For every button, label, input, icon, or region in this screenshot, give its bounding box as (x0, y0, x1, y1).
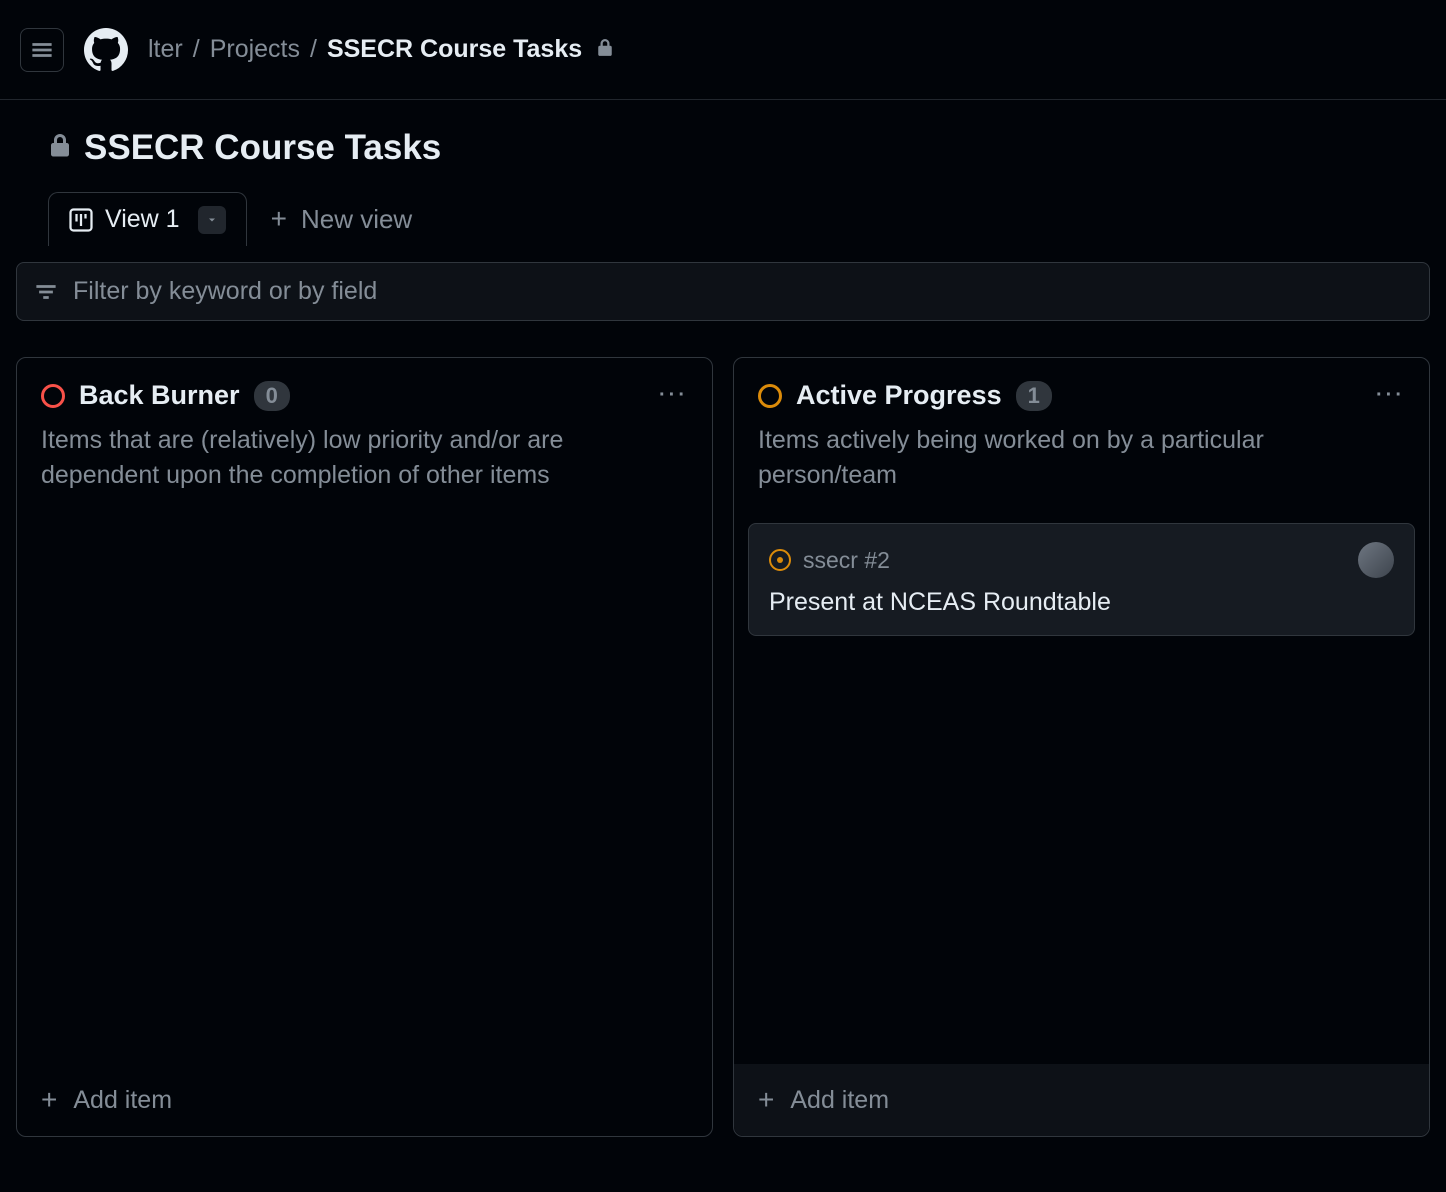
count-badge: 0 (254, 381, 290, 411)
hamburger-menu-button[interactable] (20, 28, 64, 72)
card-title: Present at NCEAS Roundtable (769, 588, 1394, 617)
column-menu-button[interactable]: ··· (659, 384, 688, 407)
new-view-label: New view (301, 204, 412, 235)
github-icon (84, 28, 128, 72)
status-circle-icon (41, 384, 65, 408)
issue-open-icon (769, 549, 791, 571)
column-title: Back Burner (79, 380, 240, 411)
add-item-button[interactable]: + Add item (734, 1064, 1429, 1136)
board: Back Burner 0 ··· Items that are (relati… (0, 321, 1446, 1137)
column-body[interactable] (17, 505, 712, 1064)
plus-icon: + (41, 1084, 57, 1116)
tab-label: View 1 (105, 205, 180, 234)
project-title: SSECR Course Tasks (84, 128, 441, 168)
lock-icon (596, 35, 614, 64)
column-active-progress: Active Progress 1 ··· Items actively bei… (733, 357, 1430, 1137)
column-title: Active Progress (796, 380, 1002, 411)
column-header: Back Burner 0 ··· Items that are (relati… (17, 358, 712, 505)
add-item-button[interactable]: + Add item (17, 1064, 712, 1136)
breadcrumb-section[interactable]: Projects (210, 35, 300, 64)
chevron-down-icon (206, 214, 218, 226)
column-header: Active Progress 1 ··· Items actively bei… (734, 358, 1429, 505)
lock-icon (48, 134, 72, 163)
card-reference: ssecr #2 (803, 547, 890, 574)
add-item-label: Add item (73, 1086, 172, 1115)
breadcrumb-separator: / (193, 35, 200, 64)
breadcrumb-project[interactable]: SSECR Course Tasks (327, 35, 582, 64)
card-top-row: ssecr #2 (769, 542, 1394, 578)
filter-input[interactable] (73, 277, 1411, 306)
column-body[interactable]: ssecr #2 Present at NCEAS Roundtable (734, 505, 1429, 1064)
column-description: Items actively being worked on by a part… (758, 423, 1405, 493)
filter-bar[interactable] (16, 262, 1430, 321)
breadcrumb: lter / Projects / SSECR Course Tasks (148, 35, 614, 64)
column-title-row: Active Progress 1 ··· (758, 380, 1405, 411)
filter-icon (35, 281, 57, 303)
column-description: Items that are (relatively) low priority… (41, 423, 688, 493)
plus-icon: + (271, 203, 287, 235)
plus-icon: + (758, 1084, 774, 1116)
count-badge: 1 (1016, 381, 1052, 411)
tabs-row: View 1 + New view (48, 192, 1398, 246)
hamburger-icon (31, 39, 53, 61)
tab-view1[interactable]: View 1 (48, 192, 247, 246)
add-item-label: Add item (790, 1086, 889, 1115)
project-title-row: SSECR Course Tasks (48, 128, 1398, 168)
column-menu-button[interactable]: ··· (1376, 384, 1405, 407)
status-circle-icon (758, 384, 782, 408)
new-view-button[interactable]: + New view (271, 203, 413, 235)
breadcrumb-org[interactable]: lter (148, 35, 183, 64)
github-logo[interactable] (84, 28, 128, 72)
board-icon (69, 208, 93, 232)
card-item[interactable]: ssecr #2 Present at NCEAS Roundtable (748, 523, 1415, 636)
column-title-row: Back Burner 0 ··· (41, 380, 688, 411)
breadcrumb-separator: / (310, 35, 317, 64)
project-header: SSECR Course Tasks View 1 + New view (0, 100, 1446, 246)
tab-dropdown-button[interactable] (198, 206, 226, 234)
column-back-burner: Back Burner 0 ··· Items that are (relati… (16, 357, 713, 1137)
assignee-avatar[interactable] (1358, 542, 1394, 578)
top-header: lter / Projects / SSECR Course Tasks (0, 0, 1446, 100)
